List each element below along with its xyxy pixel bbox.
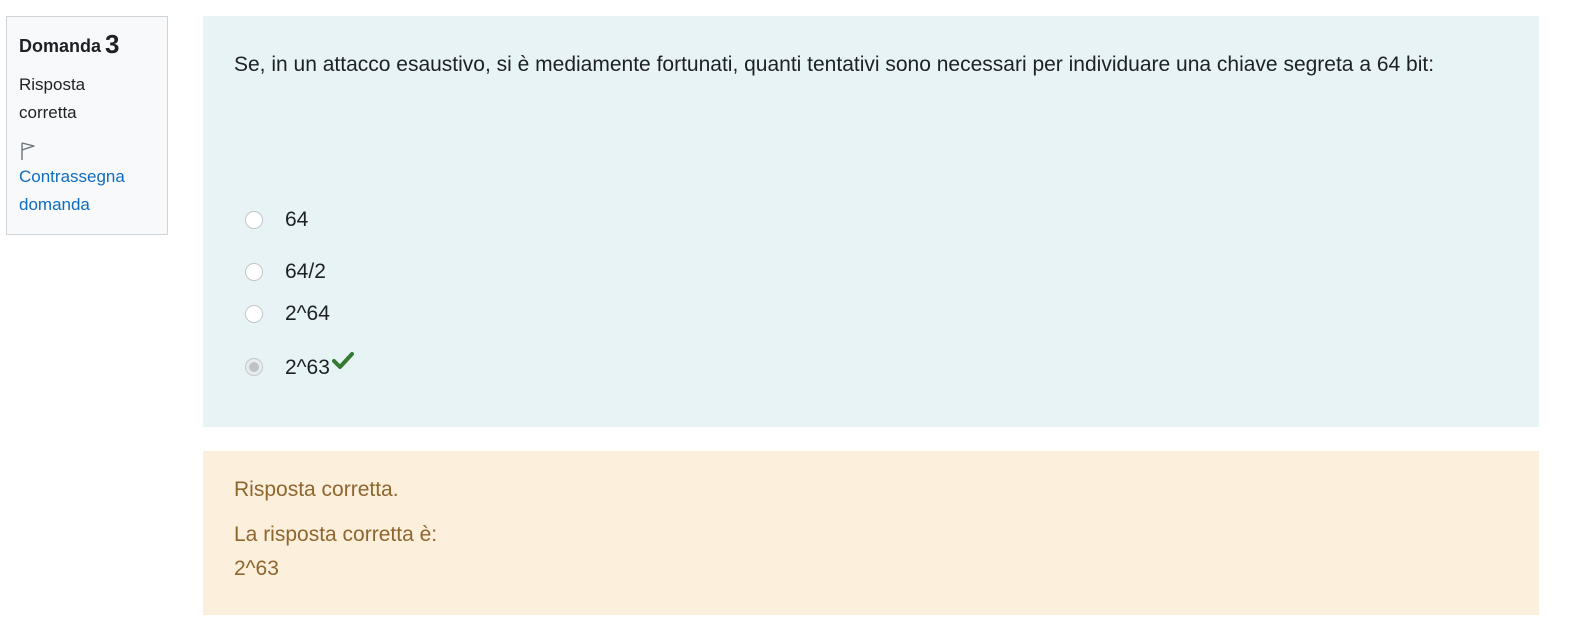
question-heading: Domanda 3	[19, 31, 155, 59]
question-info-panel: Domanda 3 Risposta corretta Contrassegna …	[6, 16, 168, 235]
answer-label-4-text: 2^63	[285, 356, 330, 379]
answer-radio-2[interactable]	[245, 263, 263, 281]
answer-label-2: 64/2	[285, 260, 326, 283]
question-label: Domanda	[19, 36, 102, 56]
right-answer-intro: La risposta corretta è:	[234, 523, 438, 546]
question-outcome: Risposta corretta. La risposta corretta …	[203, 451, 1539, 615]
feedback-text: Risposta corretta.	[234, 478, 399, 501]
answer-option-1[interactable]: 64	[245, 206, 308, 234]
flag-question-link[interactable]: Contrassegna domanda	[19, 163, 155, 219]
answer-radio-1[interactable]	[245, 211, 263, 229]
right-answer-value: 2^63	[234, 557, 279, 580]
answer-option-3[interactable]: 2^64	[245, 300, 330, 328]
question-state-line1: Risposta	[19, 75, 86, 94]
checkmark-icon	[331, 352, 354, 369]
question-formulation: Se, in un attacco esaustivo, si è mediam…	[203, 16, 1539, 427]
answer-option-2[interactable]: 64/2	[245, 258, 326, 286]
answer-label-1: 64	[285, 208, 309, 231]
answer-label-4: 2^63	[285, 352, 354, 382]
flag-link-line2: domanda	[19, 195, 90, 214]
answer-label-3: 2^64	[285, 302, 330, 325]
flag-outline-icon[interactable]	[19, 141, 37, 161]
question-state: Risposta corretta	[19, 71, 155, 127]
flag-link-line1: Contrassegna	[19, 167, 125, 186]
question-state-line2: corretta	[19, 103, 77, 122]
answer-radio-3[interactable]	[245, 305, 263, 323]
answer-option-4[interactable]: 2^63	[245, 352, 354, 382]
question-text: Se, in un attacco esaustivo, si è mediam…	[234, 53, 1435, 76]
answer-radio-4-selected[interactable]	[245, 358, 263, 376]
question-number: 3	[105, 29, 120, 59]
